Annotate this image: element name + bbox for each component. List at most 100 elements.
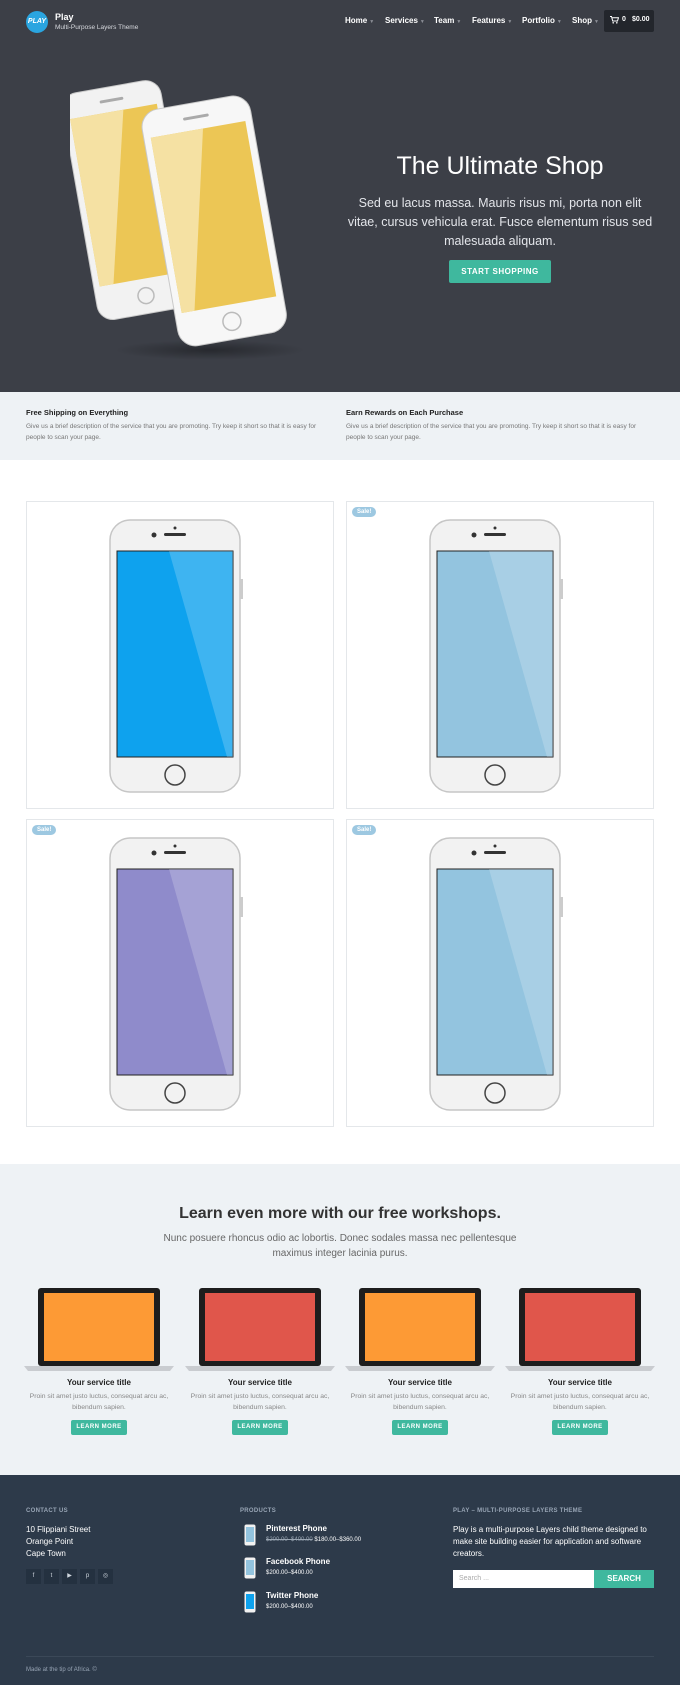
learn-more-button[interactable]: LEARN MORE bbox=[552, 1420, 608, 1435]
chevron-down-icon: ▼ bbox=[556, 19, 562, 25]
product-card[interactable]: Sale! bbox=[346, 819, 654, 1127]
sale-badge: Sale! bbox=[352, 507, 377, 517]
nav-item-services[interactable]: Services ▼ bbox=[385, 16, 425, 25]
feature-title: Free Shipping on Everything bbox=[26, 408, 129, 417]
nav-item-shop[interactable]: Shop ▼ bbox=[572, 16, 599, 25]
cart-button[interactable]: 0 $0.00 bbox=[604, 10, 654, 32]
chevron-down-icon: ▼ bbox=[594, 19, 599, 25]
learn-more-button[interactable]: LEARN MORE bbox=[71, 1420, 127, 1435]
product-thumbnail bbox=[244, 1557, 256, 1579]
service-title: Your service title bbox=[548, 1378, 612, 1387]
footer-product[interactable]: Facebook Phone $200.00–$400.00 bbox=[240, 1557, 430, 1587]
new-price: $180.00–$360.00 bbox=[314, 1537, 362, 1543]
address-line: Orange Point bbox=[26, 1537, 74, 1546]
learn-more-button[interactable]: LEARN MORE bbox=[392, 1420, 448, 1435]
nav-item-team[interactable]: Team ▼ bbox=[434, 16, 461, 25]
workshops-title: Learn even more with our free workshops. bbox=[179, 1205, 501, 1222]
features-strip: Free Shipping on Everything Give us a br… bbox=[0, 392, 680, 460]
main-nav: Home ▼ Services ▼ Team ▼ Features ▼ Portfoli… bbox=[0, 16, 680, 28]
search-input[interactable]: Search ... bbox=[453, 1570, 594, 1588]
facebook-icon[interactable]: f bbox=[26, 1569, 41, 1584]
nav-label: Services bbox=[385, 16, 418, 25]
product-card[interactable]: Sale! bbox=[26, 819, 334, 1127]
product-phone-image bbox=[109, 519, 243, 793]
search-button[interactable]: SEARCH bbox=[594, 1570, 654, 1588]
cart-icon bbox=[610, 16, 620, 26]
pinterest-icon[interactable]: p bbox=[80, 1569, 95, 1584]
chevron-down-icon: ▼ bbox=[369, 19, 375, 25]
service-text: Proin sit amet justo luctus, consequat a… bbox=[190, 1393, 330, 1411]
footer-product[interactable]: Twitter Phone $200.00–$400.00 bbox=[240, 1591, 430, 1621]
service-text: Proin sit amet justo luctus, consequat a… bbox=[29, 1393, 169, 1411]
service-title: Your service title bbox=[67, 1378, 131, 1387]
laptop-image bbox=[24, 1288, 174, 1371]
service-title: Your service title bbox=[228, 1378, 292, 1387]
about-text: Play is a multi-purpose Layers child the… bbox=[453, 1525, 647, 1558]
product-card[interactable]: Sale! bbox=[346, 501, 654, 809]
product-thumbnail bbox=[244, 1524, 256, 1546]
product-price: $200.00–$400.00 $180.00–$360.00 bbox=[266, 1537, 361, 1543]
sale-badge: Sale! bbox=[352, 825, 377, 835]
nav-label: Shop bbox=[572, 16, 592, 25]
address-line: Cape Town bbox=[26, 1549, 66, 1558]
footer-product[interactable]: Pinterest Phone $200.00–$400.00 $180.00–… bbox=[240, 1524, 430, 1554]
product-price: $200.00–$400.00 bbox=[266, 1570, 313, 1576]
cart-count: 0 bbox=[622, 16, 626, 23]
product-name[interactable]: Twitter Phone bbox=[266, 1591, 318, 1600]
hero-phones-image bbox=[70, 80, 305, 360]
nav-label: Team bbox=[434, 16, 455, 25]
product-phone-image bbox=[429, 837, 563, 1111]
feature-item: Earn Rewards on Each Purchase Give us a … bbox=[346, 408, 646, 443]
social-links: f t ▶ p ◎ bbox=[26, 1569, 116, 1585]
service-item: Your service title Proin sit amet justo … bbox=[185, 1286, 335, 1435]
service-item: Your service title Proin sit amet justo … bbox=[505, 1286, 655, 1435]
about-heading: PLAY – MULTI-PURPOSE LAYERS THEME bbox=[453, 1508, 583, 1514]
twitter-icon[interactable]: t bbox=[44, 1569, 59, 1584]
site-footer: CONTACT US 10 Flippiani Street Orange Po… bbox=[0, 1475, 680, 1685]
product-phone-image bbox=[429, 519, 563, 793]
nav-item-features[interactable]: Features ▼ bbox=[472, 16, 512, 25]
feature-title: Earn Rewards on Each Purchase bbox=[346, 408, 464, 417]
nav-item-home[interactable]: Home ▼ bbox=[345, 16, 374, 25]
chevron-down-icon: ▼ bbox=[507, 19, 513, 25]
start-shopping-button[interactable]: START SHOPPING bbox=[449, 260, 551, 283]
feature-text: Give us a brief description of the servi… bbox=[346, 423, 637, 441]
product-phone-image bbox=[109, 837, 243, 1111]
footer-credit: Made at the tip of Africa. © bbox=[26, 1667, 97, 1673]
dribbble-icon[interactable]: ◎ bbox=[98, 1569, 113, 1584]
product-name[interactable]: Facebook Phone bbox=[266, 1557, 330, 1566]
hero-text: Sed eu lacus massa. Mauris risus mi, por… bbox=[347, 196, 653, 248]
nav-item-portfolio[interactable]: Portfolio ▼ bbox=[522, 16, 562, 25]
laptop-image bbox=[345, 1288, 495, 1371]
contact-address: 10 Flippiani Street Orange Point Cape To… bbox=[26, 1524, 90, 1560]
product-card[interactable] bbox=[26, 501, 334, 809]
address-line: 10 Flippiani Street bbox=[26, 1525, 91, 1534]
top-bar: PLAY Play Multi-Purpose Layers Theme Hom… bbox=[0, 0, 680, 42]
workshops-text: Nunc posuere rhoncus odio ac lobortis. D… bbox=[163, 1233, 517, 1259]
service-text: Proin sit amet justo luctus, consequat a… bbox=[350, 1393, 490, 1411]
service-text: Proin sit amet justo luctus, consequat a… bbox=[510, 1393, 650, 1411]
hero-title: The Ultimate Shop bbox=[396, 152, 604, 180]
workshops-section: Learn even more with our free workshops.… bbox=[0, 1164, 680, 1475]
laptop-image bbox=[505, 1288, 655, 1371]
sale-badge: Sale! bbox=[32, 825, 57, 835]
footer-divider bbox=[26, 1656, 654, 1657]
products-heading: PRODUCTS bbox=[240, 1508, 277, 1514]
nav-label: Portfolio bbox=[522, 16, 555, 25]
service-title: Your service title bbox=[388, 1378, 452, 1387]
cart-total: $0.00 bbox=[632, 16, 650, 23]
service-item: Your service title Proin sit amet justo … bbox=[345, 1286, 495, 1435]
feature-text: Give us a brief description of the servi… bbox=[26, 423, 317, 441]
learn-more-button[interactable]: LEARN MORE bbox=[232, 1420, 288, 1435]
product-thumbnail bbox=[244, 1591, 256, 1613]
product-name[interactable]: Pinterest Phone bbox=[266, 1524, 327, 1533]
youtube-icon[interactable]: ▶ bbox=[62, 1569, 77, 1584]
product-price: $200.00–$400.00 bbox=[266, 1604, 313, 1610]
nav-label: Features bbox=[472, 16, 506, 25]
chevron-down-icon: ▼ bbox=[419, 19, 425, 25]
contact-heading: CONTACT US bbox=[26, 1508, 68, 1514]
service-item: Your service title Proin sit amet justo … bbox=[24, 1286, 174, 1435]
old-price: $200.00–$400.00 bbox=[266, 1537, 313, 1543]
feature-item: Free Shipping on Everything Give us a br… bbox=[26, 408, 326, 443]
nav-label: Home bbox=[345, 16, 368, 25]
